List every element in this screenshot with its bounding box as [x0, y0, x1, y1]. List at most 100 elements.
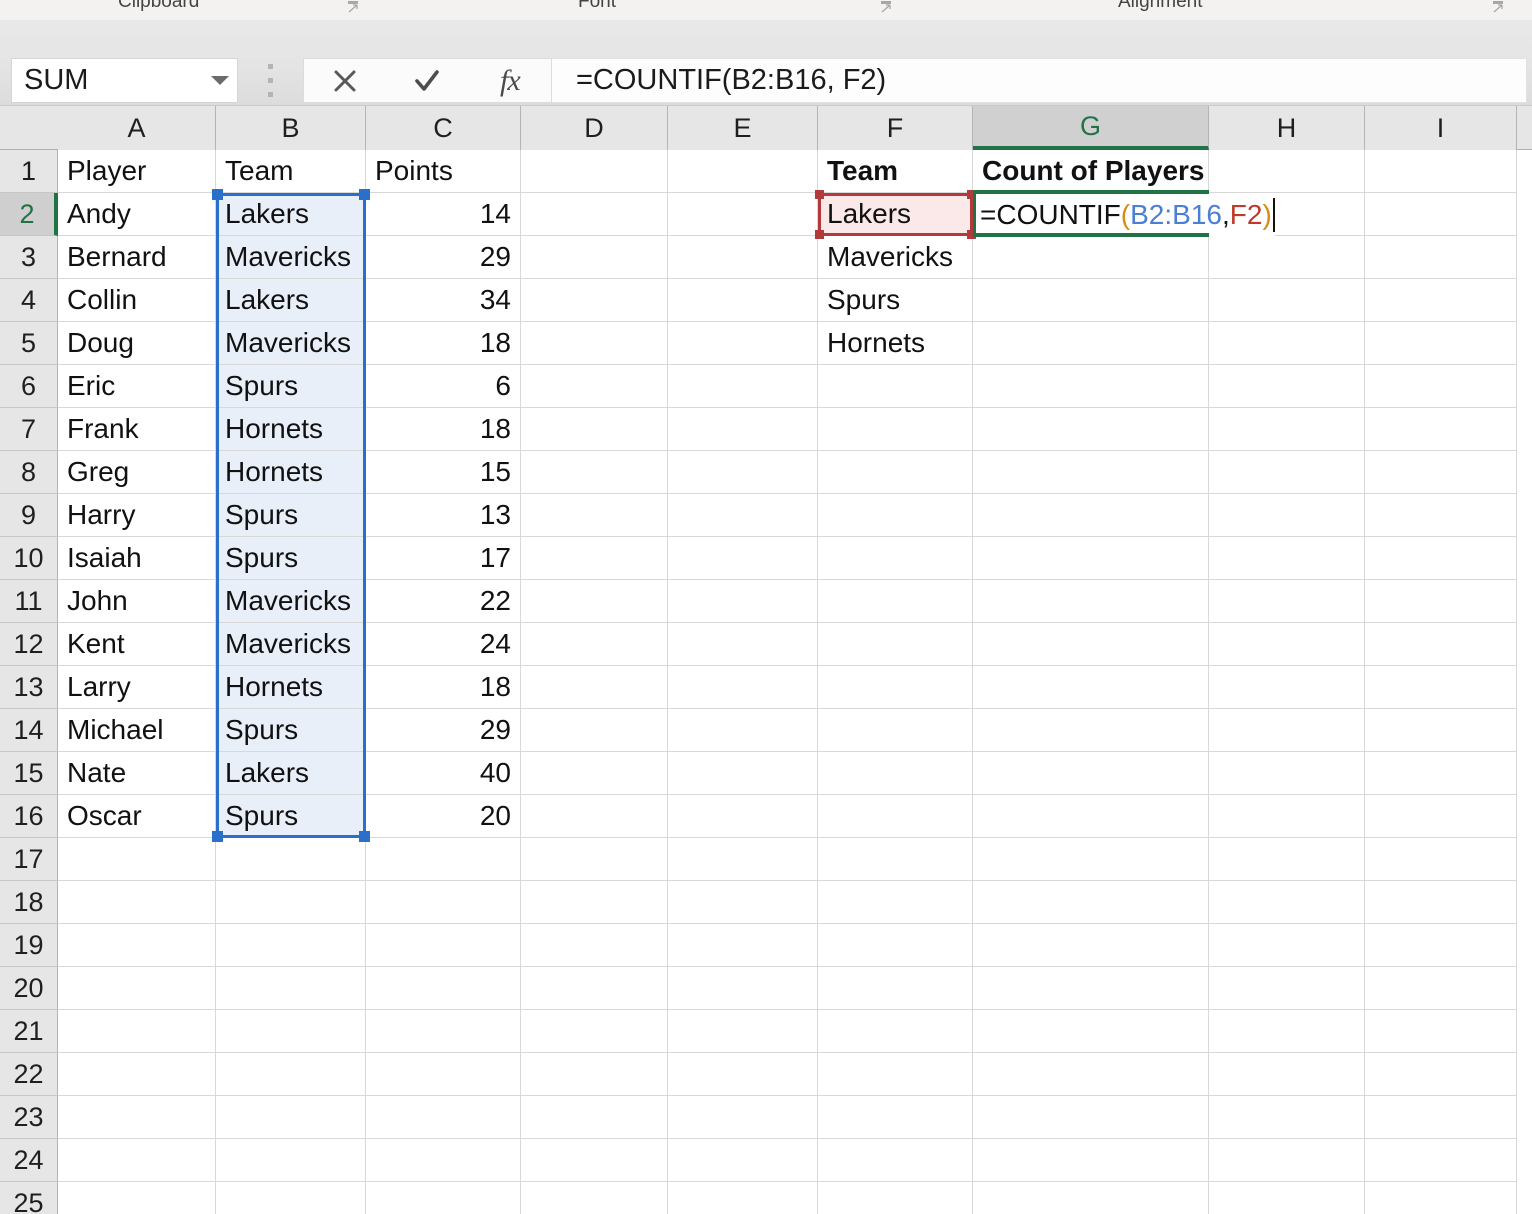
- column-header-d[interactable]: D: [521, 106, 668, 150]
- cell-C8[interactable]: 15: [366, 451, 521, 494]
- cell-H10[interactable]: [1209, 537, 1365, 580]
- dialog-launcher-icon[interactable]: [1492, 0, 1508, 14]
- cell-I20[interactable]: [1365, 967, 1517, 1010]
- cell-A25[interactable]: [58, 1182, 216, 1214]
- cell-F19[interactable]: [818, 924, 973, 967]
- row-header-11[interactable]: 11: [0, 580, 58, 623]
- cell-E22[interactable]: [668, 1053, 818, 1096]
- cell-G21[interactable]: [973, 1010, 1209, 1053]
- cell-H23[interactable]: [1209, 1096, 1365, 1139]
- column-header-i[interactable]: I: [1365, 106, 1517, 150]
- cell-G16[interactable]: [973, 795, 1209, 838]
- row-header-18[interactable]: 18: [0, 881, 58, 924]
- cell-B8[interactable]: Hornets: [216, 451, 366, 494]
- cell-G22[interactable]: [973, 1053, 1209, 1096]
- cell-B16[interactable]: Spurs: [216, 795, 366, 838]
- cell-I22[interactable]: [1365, 1053, 1517, 1096]
- cell-F17[interactable]: [818, 838, 973, 881]
- cell-H3[interactable]: [1209, 236, 1365, 279]
- cell-E21[interactable]: [668, 1010, 818, 1053]
- cell-D2[interactable]: [521, 193, 668, 236]
- cell-B21[interactable]: [216, 1010, 366, 1053]
- cancel-icon[interactable]: [304, 59, 386, 102]
- row-header-2[interactable]: 2: [0, 193, 58, 236]
- row-header-3[interactable]: 3: [0, 236, 58, 279]
- column-header-g[interactable]: G: [973, 106, 1209, 150]
- cell-A21[interactable]: [58, 1010, 216, 1053]
- cell-F3[interactable]: Mavericks: [818, 236, 973, 279]
- cell-E19[interactable]: [668, 924, 818, 967]
- cell-C13[interactable]: 18: [366, 666, 521, 709]
- cell-D15[interactable]: [521, 752, 668, 795]
- cell-F7[interactable]: [818, 408, 973, 451]
- cell-H7[interactable]: [1209, 408, 1365, 451]
- cell-C24[interactable]: [366, 1139, 521, 1182]
- cell-I12[interactable]: [1365, 623, 1517, 666]
- cell-G18[interactable]: [973, 881, 1209, 924]
- cell-G17[interactable]: [973, 838, 1209, 881]
- cell-F6[interactable]: [818, 365, 973, 408]
- cell-A11[interactable]: John: [58, 580, 216, 623]
- cell-E10[interactable]: [668, 537, 818, 580]
- cell-E13[interactable]: [668, 666, 818, 709]
- cell-D13[interactable]: [521, 666, 668, 709]
- cell-H1[interactable]: [1209, 150, 1365, 193]
- cell-D20[interactable]: [521, 967, 668, 1010]
- cell-B2[interactable]: Lakers: [216, 193, 366, 236]
- cell-B23[interactable]: [216, 1096, 366, 1139]
- cell-B25[interactable]: [216, 1182, 366, 1214]
- row-header-23[interactable]: 23: [0, 1096, 58, 1139]
- cell-I18[interactable]: [1365, 881, 1517, 924]
- cell-D11[interactable]: [521, 580, 668, 623]
- cell-C6[interactable]: 6: [366, 365, 521, 408]
- cell-G13[interactable]: [973, 666, 1209, 709]
- cell-H9[interactable]: [1209, 494, 1365, 537]
- dialog-launcher-icon[interactable]: [347, 0, 363, 14]
- cell-C21[interactable]: [366, 1010, 521, 1053]
- cell-D18[interactable]: [521, 881, 668, 924]
- cell-F15[interactable]: [818, 752, 973, 795]
- cell-B3[interactable]: Mavericks: [216, 236, 366, 279]
- cell-B1[interactable]: Team: [216, 150, 366, 193]
- cell-D8[interactable]: [521, 451, 668, 494]
- column-header-f[interactable]: F: [818, 106, 973, 150]
- cell-D21[interactable]: [521, 1010, 668, 1053]
- row-header-1[interactable]: 1: [0, 150, 58, 193]
- cell-B7[interactable]: Hornets: [216, 408, 366, 451]
- row-header-17[interactable]: 17: [0, 838, 58, 881]
- cell-A20[interactable]: [58, 967, 216, 1010]
- cell-E15[interactable]: [668, 752, 818, 795]
- cell-H4[interactable]: [1209, 279, 1365, 322]
- row-header-13[interactable]: 13: [0, 666, 58, 709]
- cell-H5[interactable]: [1209, 322, 1365, 365]
- cell-B22[interactable]: [216, 1053, 366, 1096]
- cell-F24[interactable]: [818, 1139, 973, 1182]
- cell-A15[interactable]: Nate: [58, 752, 216, 795]
- cell-D25[interactable]: [521, 1182, 668, 1214]
- cell-C2[interactable]: 14: [366, 193, 521, 236]
- cell-E25[interactable]: [668, 1182, 818, 1214]
- cell-A4[interactable]: Collin: [58, 279, 216, 322]
- cell-E23[interactable]: [668, 1096, 818, 1139]
- cell-A1[interactable]: Player: [58, 150, 216, 193]
- active-cell-editor[interactable]: =COUNTIF(B2:B16, F2): [973, 193, 1275, 236]
- row-header-20[interactable]: 20: [0, 967, 58, 1010]
- dialog-launcher-icon[interactable]: [880, 0, 896, 14]
- name-box[interactable]: SUM: [11, 58, 238, 103]
- cell-E2[interactable]: [668, 193, 818, 236]
- cell-D14[interactable]: [521, 709, 668, 752]
- cell-C14[interactable]: 29: [366, 709, 521, 752]
- cell-F12[interactable]: [818, 623, 973, 666]
- cell-E1[interactable]: [668, 150, 818, 193]
- cell-H15[interactable]: [1209, 752, 1365, 795]
- row-header-4[interactable]: 4: [0, 279, 58, 322]
- cell-I14[interactable]: [1365, 709, 1517, 752]
- cell-A9[interactable]: Harry: [58, 494, 216, 537]
- row-header-19[interactable]: 19: [0, 924, 58, 967]
- cell-I9[interactable]: [1365, 494, 1517, 537]
- cell-G19[interactable]: [973, 924, 1209, 967]
- row-header-15[interactable]: 15: [0, 752, 58, 795]
- cell-A17[interactable]: [58, 838, 216, 881]
- cell-G9[interactable]: [973, 494, 1209, 537]
- cell-A18[interactable]: [58, 881, 216, 924]
